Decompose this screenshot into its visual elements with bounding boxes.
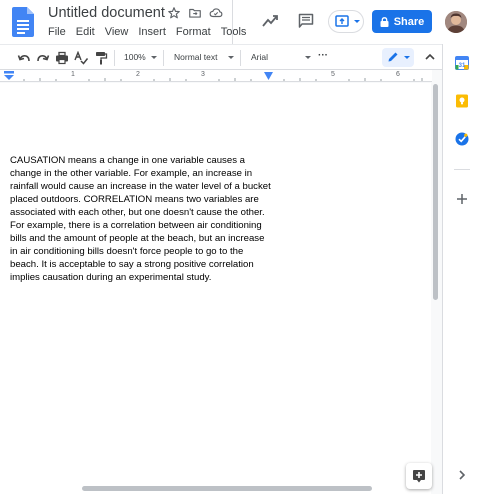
style-caret[interactable]: [228, 56, 234, 59]
print-icon[interactable]: [55, 51, 69, 65]
ruler-number: 5: [331, 71, 335, 78]
explore-icon: [413, 470, 425, 483]
ruler-number: 3: [201, 71, 205, 78]
ruler-number: 6: [396, 71, 400, 78]
horizontal-scrollbar[interactable]: [82, 486, 372, 491]
ruler-number: 1: [71, 71, 75, 78]
zoom-caret[interactable]: [151, 56, 157, 59]
menu-bar: File Edit View Insert Format Tools: [48, 26, 246, 38]
menu-tools[interactable]: Tools: [221, 26, 247, 38]
explore-button[interactable]: [406, 463, 432, 489]
font-caret[interactable]: [305, 56, 311, 59]
present-icon: [335, 15, 349, 27]
menu-insert[interactable]: Insert: [138, 26, 166, 38]
star-icon[interactable]: [167, 6, 181, 20]
move-to-folder-icon[interactable]: [188, 6, 202, 20]
side-panel-divider: [454, 169, 470, 170]
toolbar-divider: [240, 50, 241, 66]
share-button[interactable]: Share: [372, 10, 432, 33]
vertical-scrollbar[interactable]: [433, 84, 438, 300]
ruler-ticks: [23, 78, 423, 81]
tasks-icon[interactable]: [455, 132, 469, 146]
undo-icon[interactable]: [17, 51, 31, 65]
avatar[interactable]: [445, 11, 467, 33]
chevron-right-icon[interactable]: [455, 468, 469, 482]
app-header: Untitled document File Edit View Insert …: [0, 0, 480, 44]
font-select[interactable]: Arial: [251, 52, 268, 62]
toolbar-divider: [163, 50, 164, 66]
paint-format-icon[interactable]: [94, 51, 108, 65]
ruler-number: 2: [136, 71, 140, 78]
editing-mode-button[interactable]: [382, 48, 414, 67]
present-button[interactable]: [328, 10, 364, 33]
activity-trend-icon[interactable]: [262, 14, 278, 28]
document-page[interactable]: [0, 83, 431, 494]
redo-icon[interactable]: [36, 51, 50, 65]
cloud-status-icon[interactable]: [209, 6, 223, 20]
menu-file[interactable]: File: [48, 26, 66, 38]
document-title[interactable]: Untitled document: [48, 5, 165, 21]
editing-mode-caret: [404, 56, 410, 59]
docs-logo-icon[interactable]: [12, 7, 34, 37]
document-body-text[interactable]: CAUSATION means a change in one variable…: [10, 154, 272, 284]
svg-text:31: 31: [459, 63, 466, 69]
ruler: 1 2 3 5 6: [0, 70, 432, 82]
comments-icon[interactable]: [298, 13, 314, 29]
left-indent-marker[interactable]: [4, 71, 14, 80]
menu-edit[interactable]: Edit: [76, 26, 95, 38]
zoom-select[interactable]: 100%: [124, 52, 146, 62]
spellcheck-icon[interactable]: [74, 51, 88, 65]
formatting-toolbar: 100% Normal text Arial ···: [0, 44, 442, 70]
toolbar-divider: [114, 50, 115, 66]
right-indent-marker[interactable]: [264, 72, 273, 80]
menu-format[interactable]: Format: [176, 26, 211, 38]
present-dropdown-caret[interactable]: [354, 20, 360, 23]
more-options-button[interactable]: ···: [318, 50, 328, 61]
calendar-icon[interactable]: 31: [455, 56, 469, 70]
share-label: Share: [393, 15, 425, 28]
header-divider: [232, 0, 233, 44]
chevron-up-icon[interactable]: [424, 51, 436, 63]
menu-view[interactable]: View: [105, 26, 129, 38]
lock-icon: [380, 16, 389, 27]
side-panel: [442, 44, 480, 494]
paragraph-style-select[interactable]: Normal text: [174, 52, 217, 62]
add-icon[interactable]: [455, 192, 469, 206]
keep-icon[interactable]: [455, 94, 469, 108]
pencil-icon: [388, 52, 398, 62]
